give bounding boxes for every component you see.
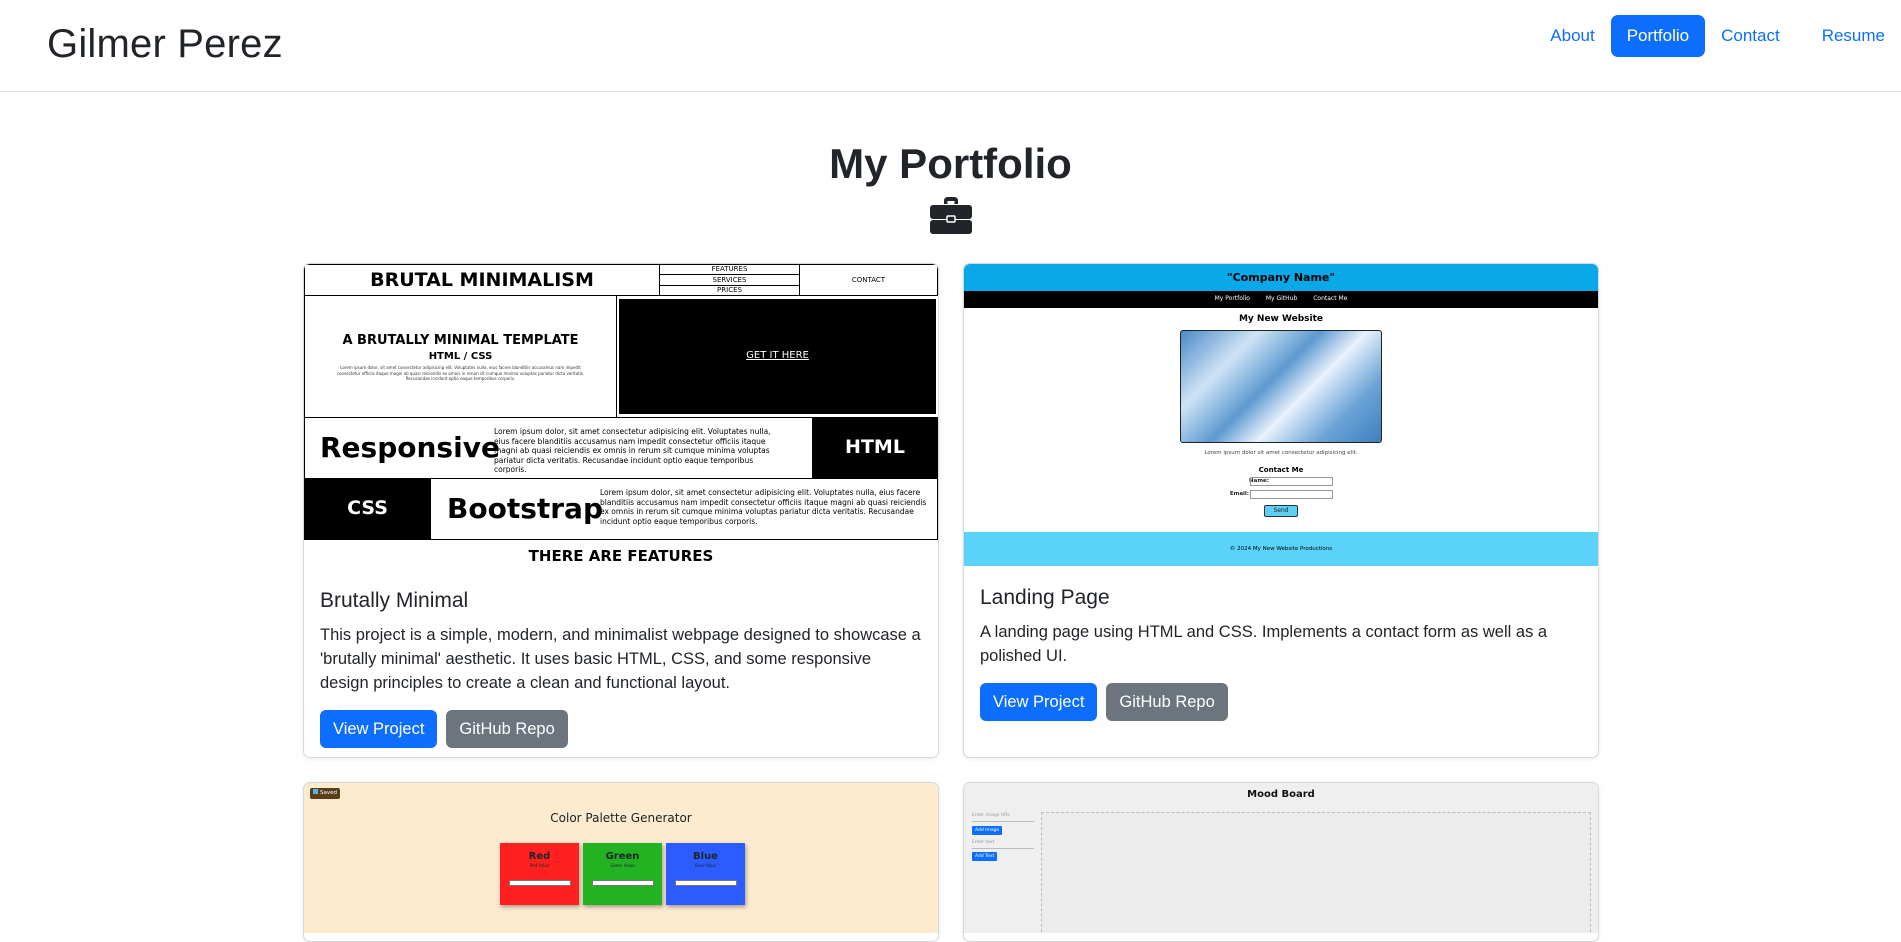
project-card-color-palette: Saved Color Palette Generator Red Red Va… bbox=[303, 782, 939, 942]
card-body: Landing Page A landing page using HTML a… bbox=[964, 586, 1598, 721]
thumb-row1-title: Responsive bbox=[320, 431, 500, 464]
briefcase-icon bbox=[930, 197, 972, 234]
landing-page-preview: "Company Name" My Portfolio My GitHub Co… bbox=[964, 264, 1598, 566]
github-repo-button[interactable]: GitHub Repo bbox=[1106, 683, 1228, 721]
thumb-add-text: Add Text bbox=[972, 852, 998, 861]
project-thumbnail: BRUTAL MINIMALISM FEATURES SERVICES PRIC… bbox=[304, 264, 938, 569]
thumb-form-title: Contact Me bbox=[1258, 466, 1304, 474]
thumb-contact: CONTACT bbox=[851, 276, 886, 284]
thumb-text-input: Enter text bbox=[972, 840, 1034, 849]
thumb-caption: Lorem ipsum dolor sit amet consectetur a… bbox=[1204, 450, 1358, 456]
thumb-hero-image bbox=[1180, 330, 1382, 443]
nav-links: About Portfolio Contact Resume bbox=[1534, 15, 1901, 57]
thumb-title: Mood Board bbox=[1247, 789, 1315, 800]
thumb-link-github: My GitHub bbox=[1265, 295, 1298, 302]
project-title: Landing Page bbox=[980, 586, 1110, 609]
nav-about[interactable]: About bbox=[1534, 16, 1610, 56]
thumb-hero-cta: GET IT HERE bbox=[746, 350, 809, 361]
thumb-menu-services: SERVICES bbox=[712, 276, 747, 284]
github-repo-button[interactable]: GitHub Repo bbox=[446, 710, 568, 748]
thumb-board-area bbox=[1041, 812, 1591, 933]
thumb-company: "Company Name" bbox=[1226, 271, 1336, 284]
card-actions: View Project GitHub Repo bbox=[320, 710, 922, 748]
thumb-send: Send bbox=[1264, 505, 1298, 517]
color-palette-preview: Saved Color Palette Generator Red Red Va… bbox=[304, 783, 938, 933]
view-project-button[interactable]: View Project bbox=[980, 683, 1098, 721]
thumb-title: Color Palette Generator bbox=[550, 811, 692, 825]
view-project-button[interactable]: View Project bbox=[320, 710, 438, 748]
project-description: This project is a simple, modern, and mi… bbox=[320, 626, 921, 692]
thumb-site-title: My New Website bbox=[1238, 314, 1324, 324]
thumb-add-image: Add Image bbox=[972, 826, 1003, 835]
thumb-row2-title: Bootstrap bbox=[447, 492, 603, 525]
project-thumbnail: "Company Name" My Portfolio My GitHub Co… bbox=[964, 264, 1598, 566]
nav-resume[interactable]: Resume bbox=[1806, 16, 1901, 56]
project-card-landing-page: "Company Name" My Portfolio My GitHub Co… bbox=[963, 263, 1599, 758]
thumb-hero-lorem: Lorem ipsum dolor, sit amet consectetur … bbox=[336, 365, 585, 381]
thumb-nav: My Portfolio My GitHub Contact Me bbox=[964, 295, 1598, 302]
thumb-link-portfolio: My Portfolio bbox=[1214, 295, 1250, 302]
navbar: Gilmer Perez About Portfolio Contact Res… bbox=[0, 0, 1901, 92]
thumb-row1-tag: HTML bbox=[845, 436, 905, 458]
page-title: My Portfolio bbox=[829, 140, 1072, 187]
project-description: A landing page using HTML and CSS. Imple… bbox=[980, 623, 1548, 665]
nav-portfolio[interactable]: Portfolio bbox=[1610, 15, 1706, 57]
mood-board-preview: Mood Board Enter image URL Add Image Ent… bbox=[964, 783, 1598, 933]
swatch-red: Red Red Value bbox=[500, 843, 579, 905]
thumb-menu-features: FEATURES bbox=[711, 265, 748, 273]
thumb-row2-lorem: Lorem ipsum dolor, sit amet consectetur … bbox=[600, 488, 927, 526]
thumb-footer: © 2024 My New Website Productions bbox=[1229, 546, 1333, 552]
thumb-hero-sub: HTML / CSS bbox=[428, 351, 493, 362]
thumb-heading: BRUTAL MINIMALISM bbox=[370, 269, 594, 291]
project-card-mood-board: Mood Board Enter image URL Add Image Ent… bbox=[963, 782, 1599, 942]
thumb-hero-title: A BRUTALLY MINIMAL TEMPLATE bbox=[342, 333, 579, 348]
thumb-saved-badge: Saved bbox=[310, 788, 340, 799]
thumb-link-contact: Contact Me bbox=[1313, 295, 1348, 302]
thumb-image-input: Enter image URL bbox=[972, 813, 1034, 822]
swatch-green: Green Green Value bbox=[583, 843, 662, 905]
thumb-row1-lorem: Lorem ipsum dolor, sit amet consectetur … bbox=[494, 427, 771, 473]
nav-contact[interactable]: Contact bbox=[1705, 16, 1796, 56]
thumb-footer: THERE ARE FEATURES bbox=[528, 547, 714, 565]
thumb-row2-tag: CSS bbox=[347, 497, 388, 519]
brand-name[interactable]: Gilmer Perez bbox=[47, 22, 283, 67]
thumb-menu-prices: PRICES bbox=[717, 286, 742, 294]
project-thumbnail: Mood Board Enter image URL Add Image Ent… bbox=[964, 783, 1598, 933]
project-thumbnail: Saved Color Palette Generator Red Red Va… bbox=[304, 783, 938, 933]
brutal-minimal-preview: BRUTAL MINIMALISM FEATURES SERVICES PRIC… bbox=[304, 264, 938, 569]
card-body: Brutally Minimal This project is a simpl… bbox=[304, 589, 938, 748]
thumb-email-label: Email: bbox=[1229, 491, 1249, 497]
card-actions: View Project GitHub Repo bbox=[980, 683, 1582, 721]
project-card-brutally-minimal: BRUTAL MINIMALISM FEATURES SERVICES PRIC… bbox=[303, 263, 939, 758]
swatch-blue: Blue Blue Value bbox=[666, 843, 745, 905]
project-title: Brutally Minimal bbox=[320, 589, 469, 612]
